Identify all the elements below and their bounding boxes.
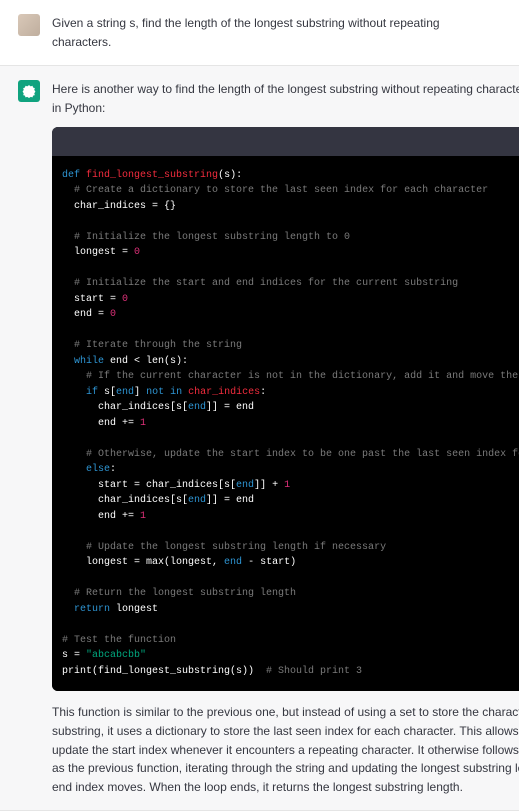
assistant-intro: Here is another way to find the length o… bbox=[52, 80, 519, 117]
user-message: Given a string s, find the length of the… bbox=[0, 0, 519, 66]
user-avatar bbox=[18, 14, 40, 36]
code-block: Copy code def find_longest_substring(s):… bbox=[52, 127, 519, 691]
assistant-message: Here is another way to find the length o… bbox=[0, 66, 519, 811]
user-text: Given a string s, find the length of the… bbox=[52, 14, 501, 51]
assistant-outro: This function is similar to the previous… bbox=[52, 703, 519, 796]
assistant-content: Here is another way to find the length o… bbox=[52, 80, 519, 796]
code-header: Copy code bbox=[52, 127, 519, 156]
openai-icon bbox=[22, 84, 36, 98]
assistant-avatar bbox=[18, 80, 40, 102]
code-body[interactable]: def find_longest_substring(s): # Create … bbox=[52, 156, 519, 692]
